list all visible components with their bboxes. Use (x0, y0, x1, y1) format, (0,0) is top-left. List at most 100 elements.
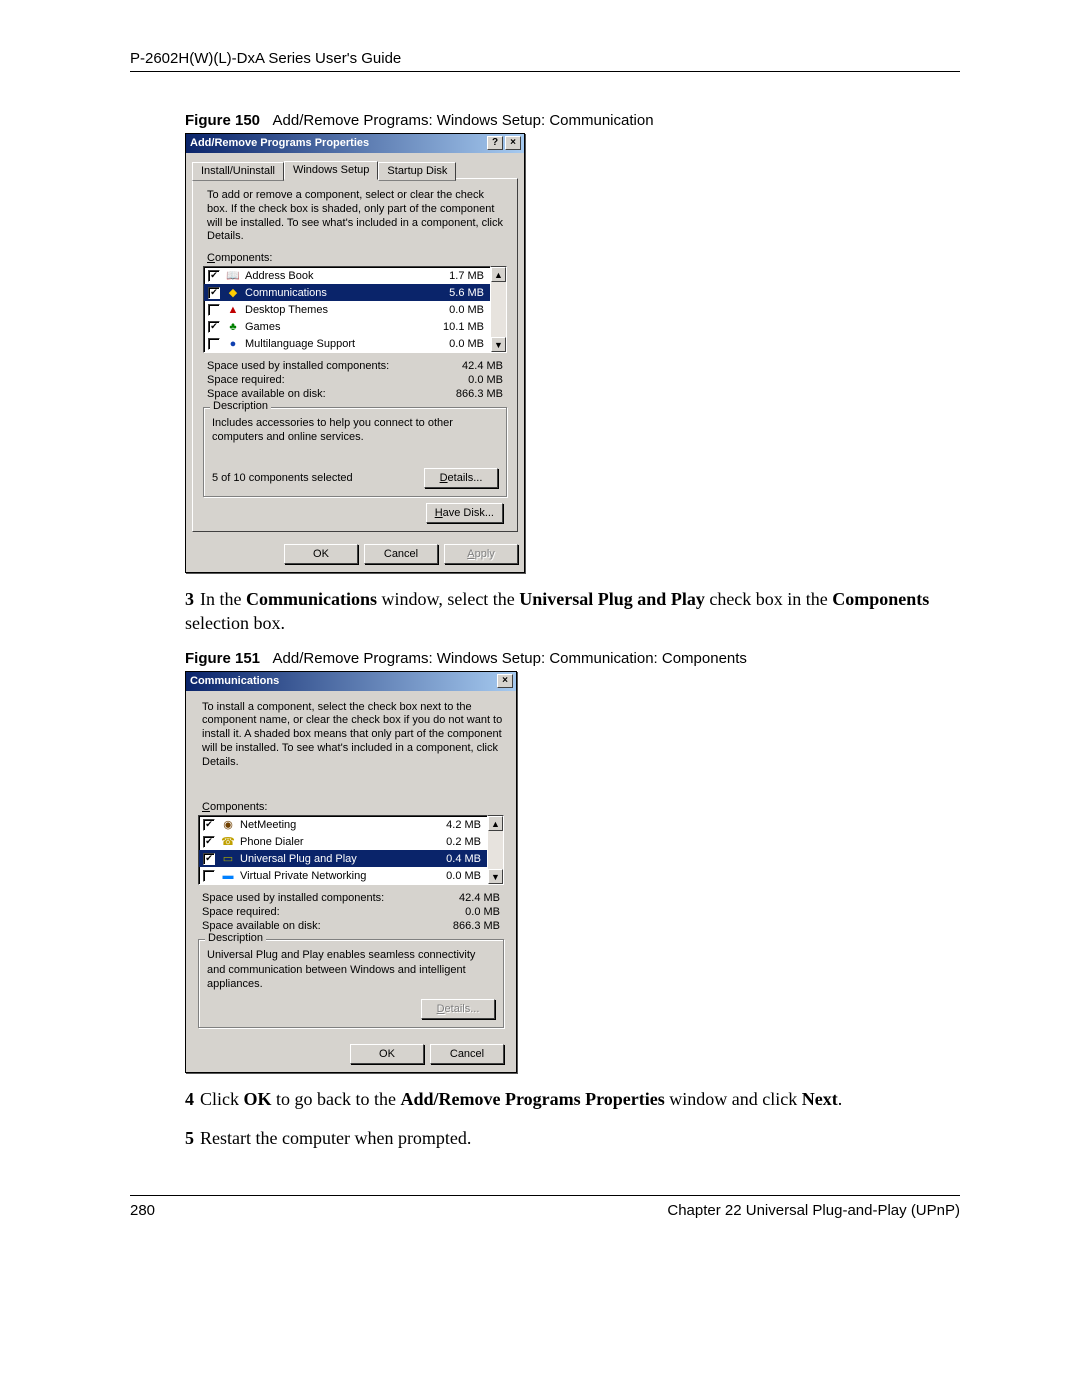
list-item[interactable]: ☎Phone Dialer0.2 MB (199, 833, 487, 850)
tab-install-uninstall[interactable]: Install/Uninstall (192, 162, 284, 181)
component-icon: 📖 (225, 269, 241, 283)
scroll-down-icon[interactable]: ▼ (488, 869, 503, 884)
list-item[interactable]: ▲Desktop Themes0.0 MB (204, 301, 490, 318)
components-label: Components: (207, 252, 507, 264)
dialog1-tabs: Install/Uninstall Windows Setup Startup … (186, 153, 524, 178)
stat-required-label: Space required: (202, 906, 280, 918)
dialog2-titlebar[interactable]: Communications × (186, 672, 516, 691)
stat-used-value: 42.4 MB (462, 360, 503, 372)
stat-used-label: Space used by installed components: (207, 360, 389, 372)
apply-button: Apply (444, 544, 518, 564)
cancel-button[interactable]: Cancel (364, 544, 438, 564)
component-name: Virtual Private Networking (240, 870, 426, 882)
figure-151-caption: Figure 151 Add/Remove Programs: Windows … (185, 650, 960, 667)
scroll-down-icon[interactable]: ▼ (491, 337, 506, 352)
tab-startup-disk[interactable]: Startup Disk (378, 162, 456, 181)
component-name: Multilanguage Support (245, 338, 429, 350)
component-name: Communications (245, 287, 429, 299)
close-button[interactable]: × (497, 674, 513, 688)
list-item[interactable]: ● Multilanguage Support0.0 MB (204, 335, 490, 352)
header-text: P-2602H(W)(L)-DxA Series User's Guide (130, 50, 401, 67)
list-item[interactable]: ◉NetMeeting4.2 MB (199, 816, 487, 833)
details-button: Details... (421, 999, 495, 1019)
figure-150-caption: Figure 150 Add/Remove Programs: Windows … (185, 112, 960, 129)
dialog1-titlebar[interactable]: Add/Remove Programs Properties ? × (186, 134, 524, 153)
component-size: 1.7 MB (429, 270, 484, 282)
component-name: NetMeeting (240, 819, 426, 831)
dialog1-instructions: To add or remove a component, select or … (203, 189, 507, 244)
component-size: 10.1 MB (429, 321, 484, 333)
component-icon: ☎ (220, 835, 236, 849)
list-item[interactable]: 📖 Address Book1.7 MB (204, 267, 490, 284)
description-legend: Description (205, 932, 266, 944)
component-size: 5.6 MB (429, 287, 484, 299)
components-listbox[interactable]: 📖 Address Book1.7 MB ◆ Communications5.6 MB… (203, 266, 491, 353)
selected-count: 5 of 10 components selected (212, 472, 353, 484)
scroll-track[interactable] (488, 831, 503, 869)
component-size: 0.2 MB (426, 836, 481, 848)
checkbox[interactable] (203, 819, 215, 831)
listbox-scrollbar[interactable]: ▲ ▼ (491, 266, 507, 353)
figure-150-label: Figure 150 (185, 112, 260, 129)
stat-required-value: 0.0 MB (465, 906, 500, 918)
components-listbox[interactable]: ◉NetMeeting4.2 MB☎Phone Dialer0.2 MB▭Uni… (198, 815, 488, 885)
help-button[interactable]: ? (487, 136, 503, 150)
component-name: Address Book (245, 270, 429, 282)
tab-windows-setup[interactable]: Windows Setup (284, 161, 378, 180)
checkbox[interactable] (208, 287, 220, 299)
ok-button[interactable]: OK (284, 544, 358, 564)
listbox-scrollbar[interactable]: ▲ ▼ (488, 815, 504, 885)
figure-150-text: Add/Remove Programs: Windows Setup: Comm… (273, 112, 654, 129)
component-icon: ◆ (225, 286, 241, 300)
stat-required-value: 0.0 MB (468, 374, 503, 386)
list-item[interactable]: ♣ Games10.1 MB (204, 318, 490, 335)
checkbox[interactable] (208, 270, 220, 282)
stat-required-label: Space required: (207, 374, 285, 386)
figure-151-text: Add/Remove Programs: Windows Setup: Comm… (273, 650, 747, 667)
component-icon: ▭ (220, 852, 236, 866)
list-item[interactable]: ◆ Communications5.6 MB (204, 284, 490, 301)
component-icon: ◉ (220, 818, 236, 832)
dialog2-button-row: OK Cancel (186, 1038, 516, 1072)
scroll-up-icon[interactable]: ▲ (488, 816, 503, 831)
chapter-title: Chapter 22 Universal Plug-and-Play (UPnP… (667, 1202, 960, 1219)
stat-used-label: Space used by installed components: (202, 892, 384, 904)
components-listbox-wrap: ◉NetMeeting4.2 MB☎Phone Dialer0.2 MB▭Uni… (198, 815, 504, 885)
checkbox[interactable] (208, 338, 220, 350)
components-listbox-wrap: 📖 Address Book1.7 MB ◆ Communications5.6 MB… (203, 266, 507, 353)
scroll-up-icon[interactable]: ▲ (491, 267, 506, 282)
list-item[interactable]: ▭Universal Plug and Play0.4 MB (199, 850, 487, 867)
close-button[interactable]: × (505, 136, 521, 150)
checkbox[interactable] (208, 304, 220, 316)
component-size: 0.4 MB (426, 853, 481, 865)
checkbox[interactable] (203, 853, 215, 865)
description-groupbox: Description Universal Plug and Play enab… (198, 939, 504, 1028)
step-5: 5Restart the computer when prompted. (185, 1126, 960, 1150)
stat-available-label: Space available on disk: (207, 388, 326, 400)
cancel-button[interactable]: Cancel (430, 1044, 504, 1064)
details-button[interactable]: Details... (424, 468, 498, 488)
checkbox[interactable] (203, 836, 215, 848)
list-item[interactable]: ▬Virtual Private Networking0.0 MB (199, 867, 487, 884)
add-remove-programs-dialog: Add/Remove Programs Properties ? × Insta… (185, 133, 525, 573)
scroll-track[interactable] (491, 282, 506, 337)
figure-151-label: Figure 151 (185, 650, 260, 667)
checkbox[interactable] (208, 321, 220, 333)
description-text: Includes accessories to help you connect… (212, 416, 498, 460)
dialog2-instructions: To install a component, select the check… (198, 701, 504, 770)
have-disk-button[interactable]: Have Disk... (426, 503, 503, 523)
components-label: Components: (202, 801, 504, 813)
component-icon: ▲ (225, 303, 241, 317)
dialog1-button-row: OK Cancel Apply (186, 538, 524, 572)
component-size: 0.0 MB (429, 304, 484, 316)
component-size: 0.0 MB (429, 338, 484, 350)
checkbox[interactable] (203, 870, 215, 882)
stat-available-value: 866.3 MB (456, 388, 503, 400)
component-icon: ♣ (225, 320, 241, 334)
component-name: Games (245, 321, 429, 333)
description-text: Universal Plug and Play enables seamless… (207, 948, 495, 991)
dialog2-title: Communications (190, 675, 495, 687)
component-icon: ● (225, 337, 241, 351)
ok-button[interactable]: OK (350, 1044, 424, 1064)
component-icon: ▬ (220, 869, 236, 883)
